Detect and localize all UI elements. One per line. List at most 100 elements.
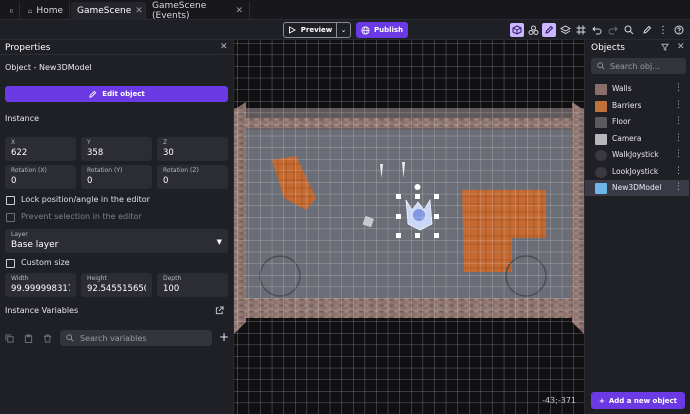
object-name: Camera bbox=[612, 133, 642, 143]
object-thumbnail-icon bbox=[595, 166, 607, 178]
edit-scene-icon[interactable] bbox=[640, 23, 654, 37]
tab-list-icon[interactable] bbox=[4, 2, 20, 20]
rotation-y-field[interactable]: Rotation (Y) 0 bbox=[81, 165, 152, 189]
undo-icon[interactable] bbox=[590, 23, 604, 37]
3d-view-toggle-icon[interactable] bbox=[510, 23, 524, 37]
open-external-icon[interactable] bbox=[215, 306, 224, 318]
field-value: 0 bbox=[11, 176, 17, 186]
custom-size-label: Custom size bbox=[21, 258, 70, 267]
add-new-object-button[interactable]: + Add a new object bbox=[591, 392, 685, 409]
objects-group-icon[interactable] bbox=[526, 23, 540, 37]
object-row[interactable]: LookJoystick ⋮ bbox=[585, 164, 689, 180]
close-icon[interactable]: ✕ bbox=[220, 42, 228, 52]
grid-icon[interactable] bbox=[574, 23, 588, 37]
depth-field[interactable]: Depth 100 bbox=[157, 273, 228, 297]
properties-panel: Properties ✕ Object - New3DModel Edit ob… bbox=[0, 40, 234, 414]
object-thumbnail-icon bbox=[595, 100, 607, 112]
x-field[interactable]: X 622 bbox=[5, 137, 76, 161]
list-icon bbox=[10, 9, 13, 13]
tab-label: Home bbox=[36, 6, 63, 16]
close-icon[interactable]: ✕ bbox=[135, 6, 143, 16]
redo-icon[interactable] bbox=[606, 23, 620, 37]
object-thumbnail-icon bbox=[595, 133, 607, 145]
z-field[interactable]: Z 30 bbox=[157, 137, 228, 161]
preview-button[interactable]: Preview bbox=[283, 22, 337, 38]
more-options-icon[interactable]: ⋮ bbox=[674, 149, 683, 159]
add-new-object-label: Add a new object bbox=[608, 396, 677, 405]
object-row[interactable]: Camera ⋮ bbox=[585, 131, 689, 147]
tab-home[interactable]: Home bbox=[22, 2, 70, 20]
objects-panel: Objects ✕ Search obj... Walls ⋮ Barriers ⋮ F… bbox=[584, 40, 690, 414]
filter-icon[interactable] bbox=[661, 43, 669, 53]
close-icon[interactable]: ✕ bbox=[235, 6, 243, 16]
edit-object-button[interactable]: Edit object bbox=[5, 86, 228, 102]
publish-label: Publish bbox=[373, 26, 404, 34]
object-thumbnail-icon bbox=[595, 150, 607, 161]
publish-button[interactable]: Publish bbox=[356, 22, 408, 38]
add-variable-button[interactable]: + bbox=[219, 330, 229, 344]
object-name: WalkJoystick bbox=[612, 150, 659, 159]
search-variables-placeholder: Search variables bbox=[80, 333, 147, 343]
object-name-line: Object - New3DModel bbox=[5, 63, 92, 72]
field-label: Width bbox=[11, 275, 29, 282]
object-name: New3DModel bbox=[612, 183, 662, 192]
scene-canvas[interactable] bbox=[234, 40, 584, 414]
field-label: X bbox=[11, 139, 16, 146]
scene-toolbar: Preview ⌄ Publish ⋮ bbox=[0, 20, 690, 40]
field-label: Layer bbox=[11, 231, 28, 238]
zoom-icon[interactable] bbox=[622, 23, 636, 37]
more-options-icon[interactable]: ⋮ bbox=[674, 133, 683, 143]
properties-edit-icon[interactable] bbox=[542, 23, 556, 37]
prevent-selection-checkbox[interactable] bbox=[6, 213, 15, 222]
tab-bar: Home GameScene ✕ GameScene (Events) ✕ bbox=[0, 0, 690, 21]
more-options-icon[interactable]: ⋮ bbox=[674, 166, 683, 176]
search-variables-input[interactable]: Search variables bbox=[60, 330, 212, 346]
object-row[interactable]: Barriers ⋮ bbox=[585, 98, 689, 114]
prevent-selection-label: Prevent selection in the editor bbox=[21, 212, 142, 221]
search-objects-input[interactable]: Search obj... bbox=[591, 58, 686, 74]
more-options-icon[interactable]: ⋮ bbox=[674, 182, 683, 192]
field-label: Z bbox=[163, 139, 168, 146]
rotation-z-field[interactable]: Rotation (Z) 0 bbox=[157, 165, 228, 189]
field-label: Rotation (Y) bbox=[87, 167, 123, 174]
divider bbox=[0, 54, 234, 55]
field-value: 100 bbox=[163, 284, 180, 294]
tab-gamescene-events[interactable]: GameScene (Events) ✕ bbox=[146, 1, 250, 21]
grid-overlay bbox=[234, 40, 584, 414]
copy-icon[interactable] bbox=[5, 334, 14, 345]
delete-icon[interactable] bbox=[43, 334, 52, 345]
object-row[interactable]: New3DModel ⋮ bbox=[585, 180, 689, 196]
field-value: 99.9999983175 bbox=[11, 284, 70, 294]
tab-gamescene[interactable]: GameScene ✕ bbox=[71, 2, 146, 20]
y-field[interactable]: Y 358 bbox=[81, 137, 152, 161]
help-icon[interactable] bbox=[672, 23, 686, 37]
tab-label: GameScene (Events) bbox=[152, 1, 207, 21]
layers-icon[interactable] bbox=[558, 23, 572, 37]
preview-label: Preview bbox=[300, 26, 333, 34]
more-options-icon[interactable]: ⋮ bbox=[674, 116, 683, 126]
more-icon[interactable]: ⋮ bbox=[656, 23, 670, 37]
instance-variables-title: Instance Variables bbox=[5, 306, 79, 315]
pencil-icon bbox=[89, 90, 97, 98]
custom-size-checkbox[interactable] bbox=[6, 259, 15, 268]
plus-icon: + bbox=[598, 396, 605, 405]
field-label: Y bbox=[87, 139, 91, 146]
paste-icon[interactable] bbox=[24, 334, 33, 345]
preview-options-button[interactable]: ⌄ bbox=[337, 22, 351, 38]
scene-viewport[interactable]: -43;-371 bbox=[234, 40, 584, 414]
height-field[interactable]: Height 92.5455156500 bbox=[81, 273, 152, 297]
globe-icon bbox=[361, 25, 370, 35]
close-icon[interactable]: ✕ bbox=[677, 42, 685, 52]
object-thumbnail-icon bbox=[595, 183, 607, 194]
more-options-icon[interactable]: ⋮ bbox=[674, 83, 683, 93]
field-value: 0 bbox=[87, 176, 93, 186]
layer-select[interactable]: Layer Base layer ▼ bbox=[5, 229, 228, 253]
object-row[interactable]: Floor ⋮ bbox=[585, 114, 689, 130]
object-row[interactable]: Walls ⋮ bbox=[585, 81, 689, 97]
dropdown-arrow-icon: ▼ bbox=[216, 238, 222, 246]
lock-position-checkbox[interactable] bbox=[6, 196, 15, 205]
rotation-x-field[interactable]: Rotation (X) 0 bbox=[5, 165, 76, 189]
width-field[interactable]: Width 99.9999983175 bbox=[5, 273, 76, 297]
more-options-icon[interactable]: ⋮ bbox=[674, 100, 683, 110]
object-row[interactable]: WalkJoystick ⋮ bbox=[585, 147, 689, 163]
